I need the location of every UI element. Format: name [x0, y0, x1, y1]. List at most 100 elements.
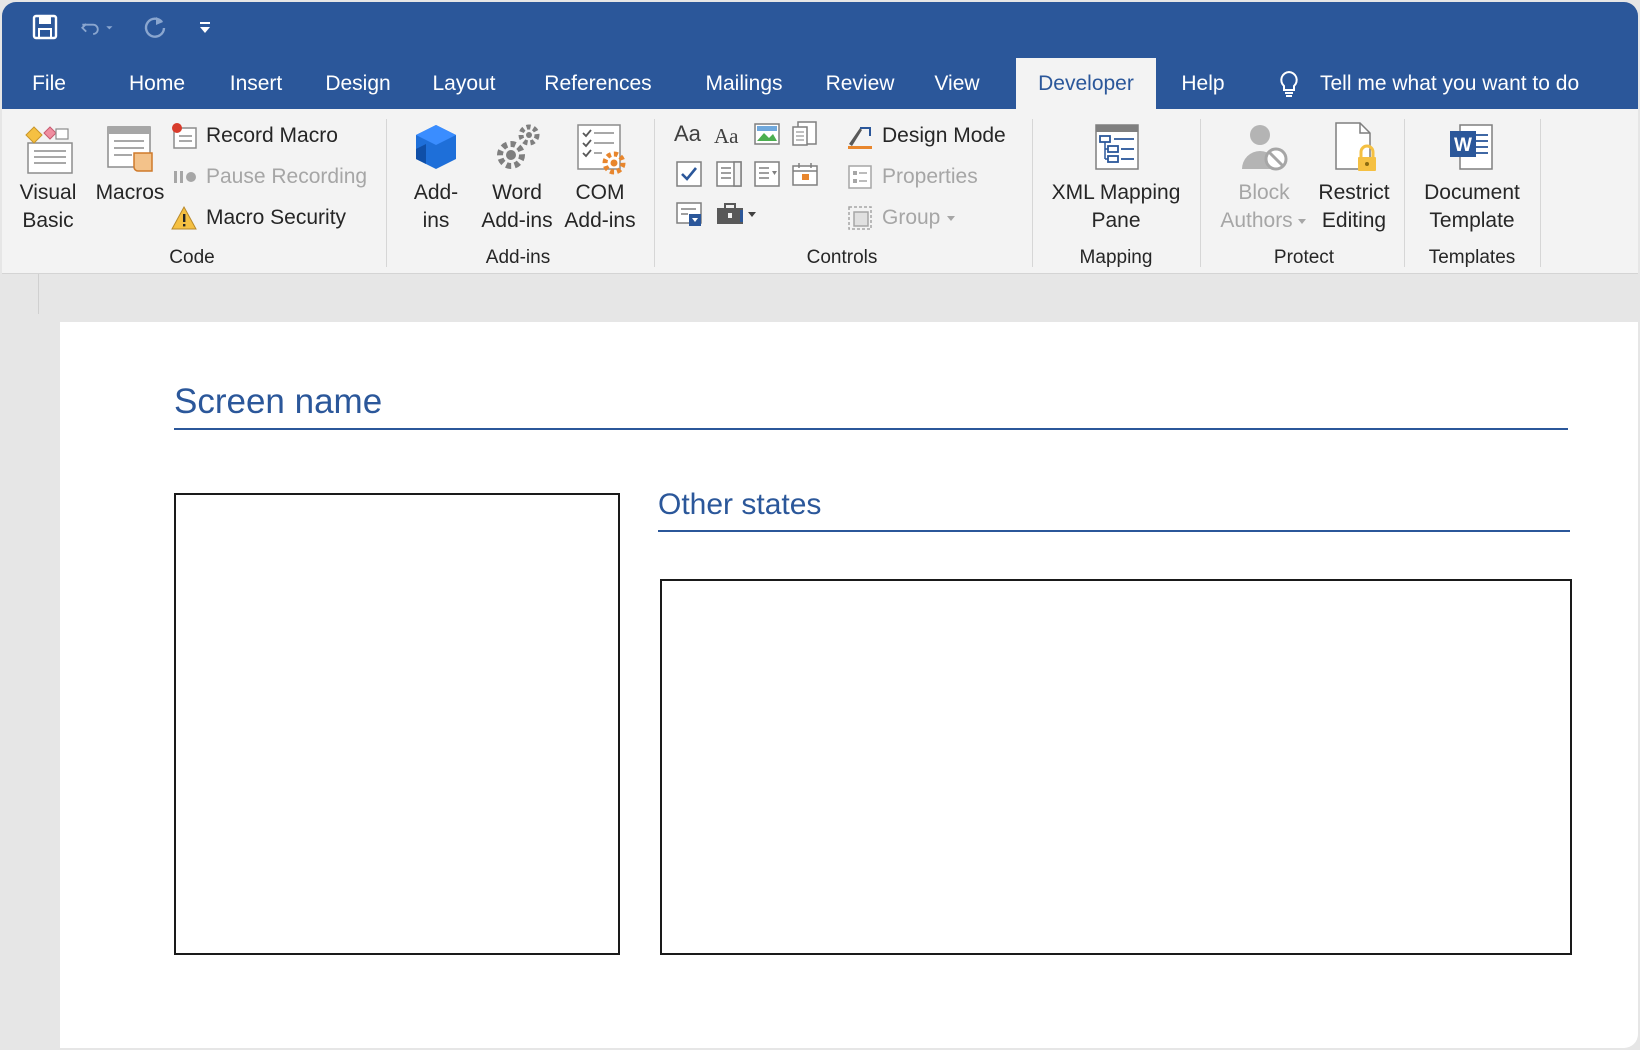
document-area: Screen name Other states — [2, 274, 1638, 1048]
com-add-ins-label-2: Add-ins — [564, 209, 636, 232]
title-and-tab-bar: File Home Insert Design Layout Reference… — [2, 2, 1638, 109]
other-states-placeholder-box[interactable] — [660, 579, 1572, 955]
building-block-control-icon[interactable] — [790, 119, 820, 149]
group-separator — [1032, 119, 1033, 267]
restrict-editing-button[interactable]: Restrict Editing — [1310, 119, 1398, 235]
tell-me-search[interactable]: Tell me what you want to do — [1320, 58, 1579, 109]
tab-developer[interactable]: Developer — [1016, 58, 1156, 109]
tab-layout[interactable]: Layout — [418, 58, 510, 109]
document-template-label-1: Document — [1424, 181, 1520, 204]
heading-underline — [174, 428, 1568, 430]
word-add-ins-label-1: Word — [492, 181, 542, 204]
properties-button[interactable]: Properties — [846, 160, 978, 194]
tab-view[interactable]: View — [920, 58, 994, 109]
store-icon — [416, 125, 456, 169]
check-box-control-icon[interactable] — [674, 159, 704, 189]
add-ins-label-2: ins — [422, 209, 450, 232]
com-add-ins-button[interactable]: COM Add-ins — [560, 119, 640, 235]
macros-label: Macros — [95, 181, 165, 204]
group-label: Group — [882, 206, 941, 229]
tab-file[interactable]: File — [16, 58, 82, 109]
macro-security-button[interactable]: Macro Security — [170, 201, 346, 235]
restrict-editing-label-1: Restrict — [1318, 181, 1390, 204]
word-add-ins-label-2: Add-ins — [481, 209, 553, 232]
document-template-button[interactable]: W Document Template — [1416, 119, 1528, 235]
document-page[interactable]: Screen name Other states — [60, 322, 1638, 1048]
record-macro-label: Record Macro — [206, 124, 338, 147]
pause-recording-button[interactable]: Pause Recording — [170, 160, 367, 194]
tab-insert[interactable]: Insert — [214, 58, 298, 109]
document-template-label-2: Template — [1429, 209, 1515, 232]
tab-mailings[interactable]: Mailings — [688, 58, 800, 109]
macros-icon — [107, 126, 153, 172]
drop-down-list-control-icon[interactable] — [752, 159, 782, 189]
pause-recording-icon — [174, 171, 196, 183]
add-ins-label-1: Add- — [413, 181, 459, 204]
page-heading[interactable]: Screen name — [174, 382, 382, 422]
chevron-down-icon — [1297, 219, 1306, 224]
xml-mapping-label-2: Pane — [1091, 209, 1141, 232]
restrict-editing-icon — [1335, 122, 1376, 171]
design-mode-button[interactable]: Design Mode — [846, 119, 1006, 153]
group-separator — [1540, 119, 1541, 267]
picture-content-control-icon[interactable] — [752, 119, 782, 149]
save-icon[interactable] — [28, 12, 62, 42]
section-heading[interactable]: Other states — [658, 488, 821, 522]
repeating-section-control-icon[interactable] — [674, 199, 704, 229]
svg-text:W: W — [1454, 135, 1472, 156]
customize-qat-icon[interactable] — [188, 12, 222, 42]
gears-icon — [497, 124, 540, 169]
group-separator — [1200, 119, 1201, 267]
properties-label: Properties — [882, 165, 978, 188]
macros-button[interactable]: Macros — [90, 119, 170, 207]
visual-basic-icon — [25, 126, 73, 174]
visual-basic-button[interactable]: Visual Basic — [16, 119, 80, 235]
word-add-ins-button[interactable]: Word Add-ins — [476, 119, 558, 235]
group-label-protect: Protect — [1273, 247, 1335, 268]
group-separator — [386, 119, 387, 267]
tab-help[interactable]: Help — [1170, 58, 1236, 109]
word-window: File Home Insert Design Layout Reference… — [2, 2, 1638, 1048]
date-picker-control-icon[interactable] — [790, 159, 820, 189]
ruler-marker — [38, 274, 39, 314]
chevron-down-icon — [947, 216, 956, 221]
com-add-ins-icon — [577, 124, 626, 175]
group-separator — [654, 119, 655, 267]
rich-text-content-control[interactable]: Aa — [674, 119, 704, 149]
restrict-editing-label-2: Editing — [1321, 209, 1387, 232]
group-button[interactable]: Group — [846, 201, 966, 235]
group-separator — [1404, 119, 1405, 267]
combo-box-control-icon[interactable] — [714, 159, 744, 189]
section-heading-underline — [658, 530, 1570, 532]
xml-mapping-label-1: XML Mapping — [1051, 181, 1181, 204]
block-authors-button[interactable]: Block Authors — [1212, 119, 1316, 235]
ribbon: Visual Basic Macros Record Macro Pause R… — [2, 109, 1638, 274]
undo-icon[interactable] — [80, 12, 114, 42]
tab-home[interactable]: Home — [112, 58, 202, 109]
plain-text-content-control[interactable]: Aa — [714, 121, 744, 151]
add-ins-button[interactable]: Add- ins — [400, 119, 472, 235]
record-macro-icon — [172, 123, 197, 149]
tab-review[interactable]: Review — [814, 58, 906, 109]
properties-icon — [848, 165, 872, 189]
design-mode-label: Design Mode — [882, 124, 1006, 147]
ribbon-tabs: File Home Insert Design Layout Reference… — [2, 58, 1638, 109]
redo-icon[interactable] — [138, 12, 172, 42]
com-add-ins-label-1: COM — [575, 181, 625, 204]
group-icon — [848, 206, 872, 230]
record-macro-button[interactable]: Record Macro — [170, 119, 338, 153]
group-label-add-ins: Add-ins — [485, 247, 551, 268]
lightbulb-icon — [1276, 70, 1302, 98]
screen-placeholder-box[interactable] — [174, 493, 620, 955]
tab-design[interactable]: Design — [312, 58, 404, 109]
visual-basic-label-1: Visual — [19, 181, 77, 204]
legacy-tools-icon[interactable] — [714, 199, 758, 229]
design-mode-icon — [848, 127, 872, 149]
group-label-controls: Controls — [806, 247, 878, 268]
group-label-templates: Templates — [1428, 247, 1516, 268]
xml-mapping-pane-button[interactable]: XML Mapping Pane — [1042, 119, 1190, 235]
word-template-icon: W — [1450, 124, 1493, 170]
warning-icon — [171, 205, 197, 230]
pause-recording-label: Pause Recording — [206, 165, 368, 188]
tab-references[interactable]: References — [524, 58, 672, 109]
